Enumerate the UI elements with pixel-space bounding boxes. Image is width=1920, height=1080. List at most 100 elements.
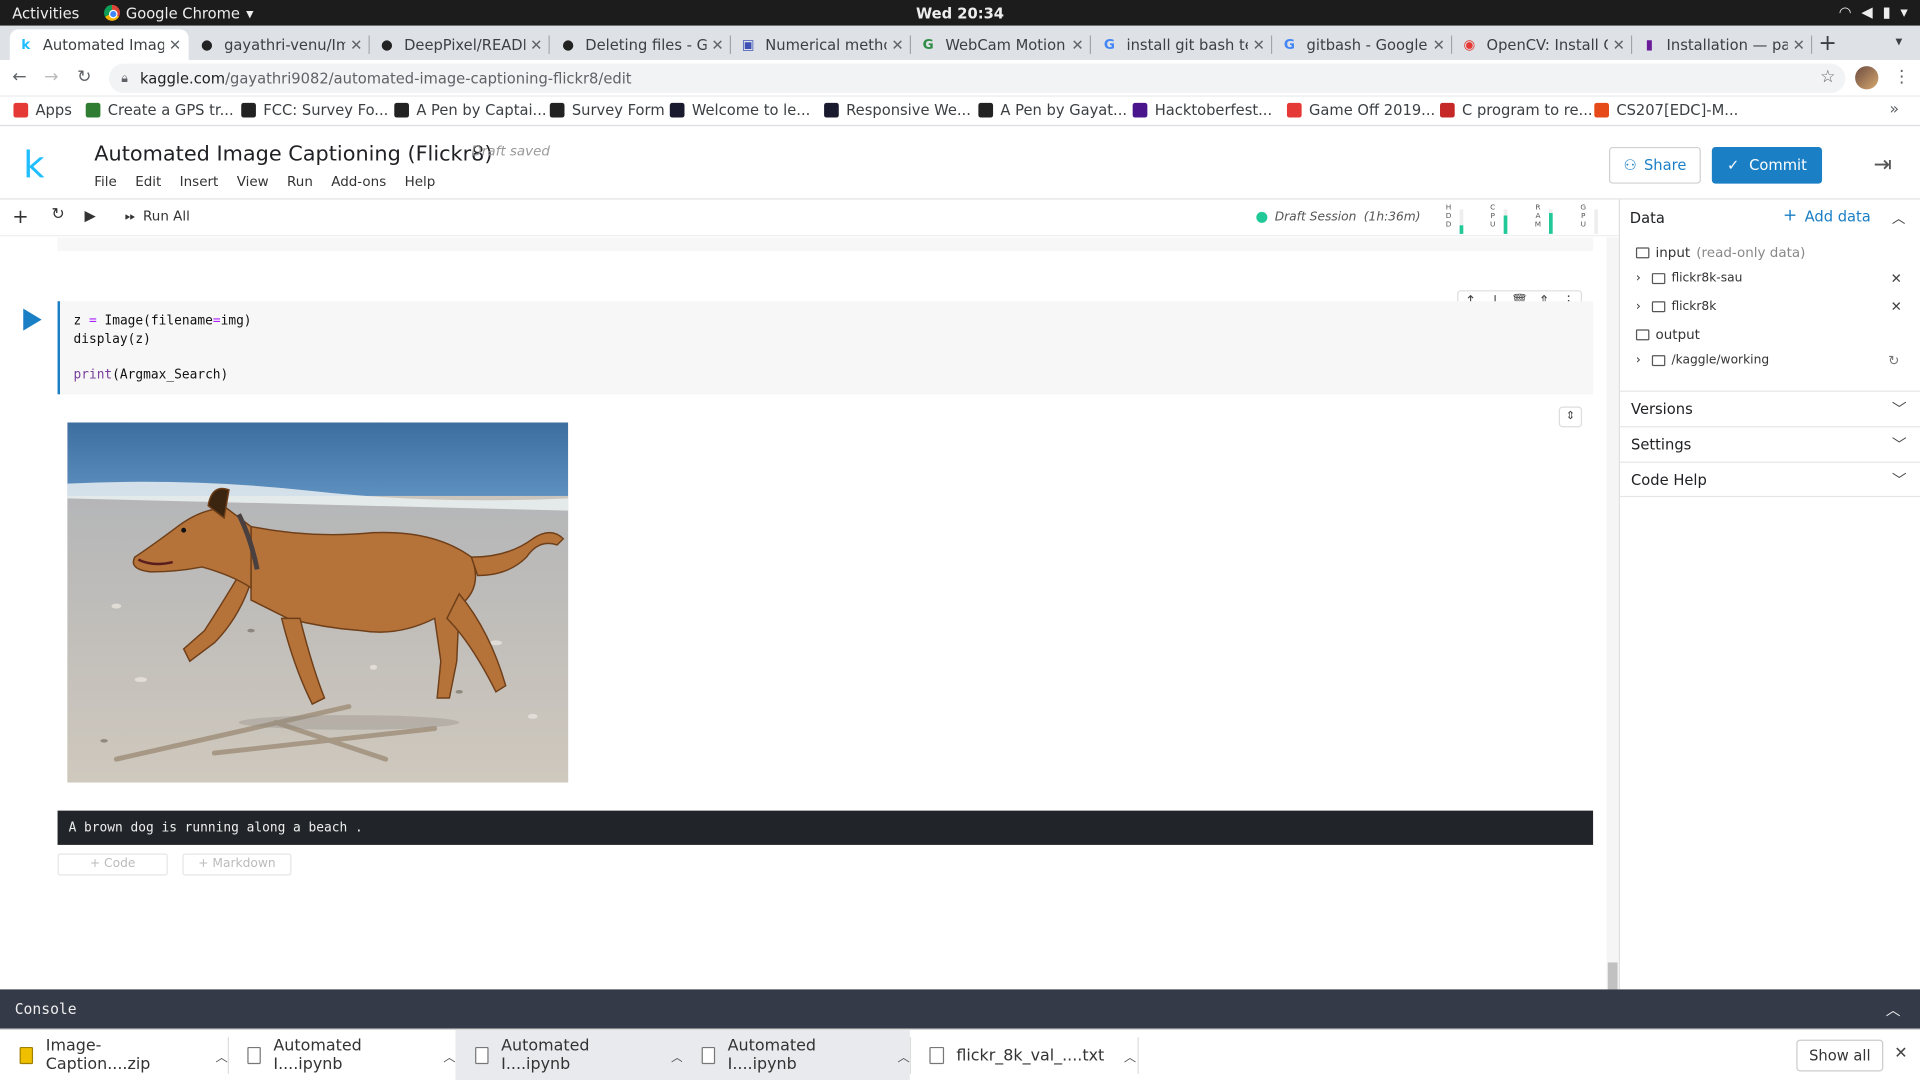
remove-dataset-icon[interactable]: ✕ — [1891, 271, 1902, 287]
collapse-panel-icon[interactable]: ⇥ — [1873, 152, 1891, 178]
bookmark-item[interactable]: A Pen by Gayat... — [978, 102, 1127, 119]
activities-button[interactable]: Activities — [12, 4, 79, 21]
reload-icon[interactable]: ↻ — [77, 67, 91, 87]
add-code-cell-button[interactable]: + Code — [57, 853, 168, 876]
run-cell-icon[interactable]: ▶ — [84, 207, 95, 224]
bookmark-item[interactable]: Welcome to le... — [669, 102, 810, 119]
close-tab-icon[interactable]: ✕ — [1253, 36, 1265, 53]
close-downloads-icon[interactable]: ✕ — [1894, 1044, 1907, 1062]
run-all-button[interactable]: ⏩︎ Run All — [125, 208, 190, 225]
gauge-fill — [1503, 215, 1508, 234]
add-markdown-cell-button[interactable]: + Markdown — [182, 853, 292, 876]
system-tray[interactable]: ◠ ◀ ▮ ▾ — [1839, 4, 1908, 21]
remove-dataset-icon[interactable]: ✕ — [1891, 299, 1902, 315]
chevron-up-icon[interactable]: ︿ — [216, 1046, 228, 1064]
browser-tab[interactable]: ▮ Installation — par ✕ — [1633, 29, 1813, 60]
bookmark-item[interactable]: Responsive We... — [824, 102, 971, 119]
chevron-up-icon[interactable]: ︿ — [443, 1046, 455, 1064]
scrollbar-thumb[interactable] — [1607, 962, 1618, 990]
close-tab-icon[interactable]: ✕ — [891, 36, 903, 53]
session-status[interactable]: Draft Session (1h:36m) — [1256, 211, 1420, 224]
download-item[interactable]: Automated I....ipynb ︿ — [682, 1029, 910, 1080]
chrome-menu-icon[interactable]: ⋮ — [1893, 67, 1910, 87]
close-tab-icon[interactable]: ✕ — [1613, 36, 1625, 53]
kernel-title[interactable]: Automated Image Captioning (Flickr8) — [94, 142, 492, 166]
menu-item-edit[interactable]: Edit — [135, 174, 161, 190]
input-folder[interactable]: input (read-only data) — [1635, 245, 1805, 261]
profile-avatar[interactable] — [1855, 66, 1879, 90]
browser-tab[interactable]: Ggitbash - Google ✕ — [1273, 29, 1453, 60]
close-tab-icon[interactable]: ✕ — [1433, 36, 1445, 53]
bookmark-item[interactable]: FCC: Survey Fo... — [241, 102, 388, 119]
code-cell[interactable]: z = Image(filename=img) display(z) print… — [57, 301, 1594, 395]
add-cell-icon[interactable]: + — [12, 204, 28, 227]
show-all-downloads-button[interactable]: Show all — [1796, 1039, 1884, 1072]
share-button[interactable]: ⚇ Share — [1608, 146, 1701, 184]
bookmark-item[interactable]: Apps — [13, 102, 72, 119]
chevron-up-icon[interactable]: ︿ — [1892, 208, 1905, 228]
output-folder[interactable]: output — [1635, 327, 1700, 343]
code-editor[interactable]: z = Image(filename=img) display(z) print… — [73, 312, 251, 383]
previous-cell[interactable] — [57, 237, 1594, 252]
session-time: (1h:36m) — [1363, 210, 1421, 225]
download-item[interactable]: flickr_8k_val_....txt ︿ — [910, 1030, 1138, 1080]
kaggle-logo[interactable]: k — [23, 144, 44, 187]
new-tab-plus-icon[interactable]: + — [1818, 31, 1836, 57]
collapse-output-icon[interactable]: ⇕ — [1558, 406, 1583, 428]
url-field[interactable]: 🔒︎ kaggle.com/gayathri9082/automated-ima… — [108, 63, 1846, 94]
dataset-row[interactable]: › flickr8k — [1636, 300, 1716, 313]
download-item[interactable]: Image-Caption....zip ︿ — [0, 1030, 228, 1080]
working-dir-row[interactable]: › /kaggle/working — [1636, 354, 1769, 367]
download-item[interactable]: Automated I....ipynb ︿ — [455, 1029, 684, 1080]
console-bar[interactable]: Console ︿ — [0, 989, 1920, 1029]
browser-tab[interactable]: k Automated Image ✕ — [9, 29, 189, 61]
settings-section[interactable]: Settings ﹀ — [1620, 426, 1920, 462]
forward-icon[interactable]: → — [44, 67, 58, 87]
refresh-icon[interactable]: ↻ — [1888, 353, 1899, 369]
menu-item-help[interactable]: Help — [405, 174, 436, 190]
close-tab-icon[interactable]: ✕ — [711, 36, 723, 53]
bookmark-item[interactable]: Game Off 2019... — [1286, 102, 1435, 119]
dataset-row[interactable]: › flickr8k-sau — [1636, 272, 1742, 285]
back-icon[interactable]: ← — [12, 67, 26, 87]
browser-tab[interactable]: ● DeepPixel/READM ✕ — [371, 29, 550, 60]
bookmarks-overflow-icon[interactable]: » — [1889, 100, 1899, 118]
download-item[interactable]: Automated I....ipynb ︿ — [228, 1030, 456, 1080]
add-data-button[interactable]: + Add data — [1783, 207, 1871, 225]
close-tab-icon[interactable]: ✕ — [1793, 36, 1805, 53]
browser-tab[interactable]: G WebCam Motion ✕ — [912, 29, 1092, 60]
app-menu[interactable]: Google Chrome ▾ — [103, 4, 253, 21]
tab-search-chevron-icon[interactable]: ▾ — [1896, 33, 1903, 49]
chevron-up-icon[interactable]: ︿ — [898, 1046, 910, 1064]
versions-section[interactable]: Versions ﹀ — [1620, 390, 1920, 427]
browser-tab[interactable]: ● Deleting files - Gi ✕ — [552, 29, 732, 60]
chevron-up-icon[interactable]: ︿ — [1124, 1046, 1136, 1064]
run-cell-play-icon[interactable] — [23, 308, 42, 331]
bookmark-item[interactable]: A Pen by Captai... — [394, 102, 547, 119]
bookmark-star-icon[interactable]: ☆ — [1820, 67, 1835, 87]
close-tab-icon[interactable]: ✕ — [350, 36, 362, 53]
browser-tab[interactable]: ◉ OpenCV: Install O ✕ — [1453, 29, 1633, 60]
menu-item-insert[interactable]: Insert — [180, 174, 219, 190]
menu-item-run[interactable]: Run — [287, 174, 313, 190]
clock[interactable]: Wed 20:34 — [0, 4, 1920, 21]
bookmark-item[interactable]: CS207[EDC]-M... — [1594, 102, 1738, 119]
browser-tab[interactable]: ▣ Numerical metho ✕ — [732, 29, 912, 60]
restart-icon[interactable]: ↻ — [51, 206, 64, 224]
notebook-scrollbar[interactable] — [1606, 237, 1619, 990]
browser-tab[interactable]: ● gayathri-venu/Ima ✕ — [191, 29, 370, 60]
browser-tab[interactable]: Ginstall git bash te ✕ — [1093, 29, 1273, 60]
menu-item-file[interactable]: File — [94, 174, 117, 190]
code-help-section[interactable]: Code Help ﹀ — [1620, 461, 1920, 498]
menu-item-add-ons[interactable]: Add-ons — [331, 174, 386, 190]
close-tab-icon[interactable]: ✕ — [1071, 36, 1083, 53]
chevron-up-icon[interactable]: ︿ — [1886, 999, 1901, 1020]
bookmark-item[interactable]: C program to re... — [1440, 102, 1593, 119]
bookmark-item[interactable]: Hacktoberfest... — [1132, 102, 1272, 119]
bookmark-item[interactable]: Create a GPS tr... — [85, 102, 234, 119]
menu-item-view[interactable]: View — [237, 174, 269, 190]
bookmark-item[interactable]: Survey Form — [549, 102, 665, 119]
close-tab-icon[interactable]: ✕ — [169, 36, 181, 53]
commit-button[interactable]: ✓ Commit — [1711, 146, 1823, 184]
close-tab-icon[interactable]: ✕ — [530, 36, 542, 53]
